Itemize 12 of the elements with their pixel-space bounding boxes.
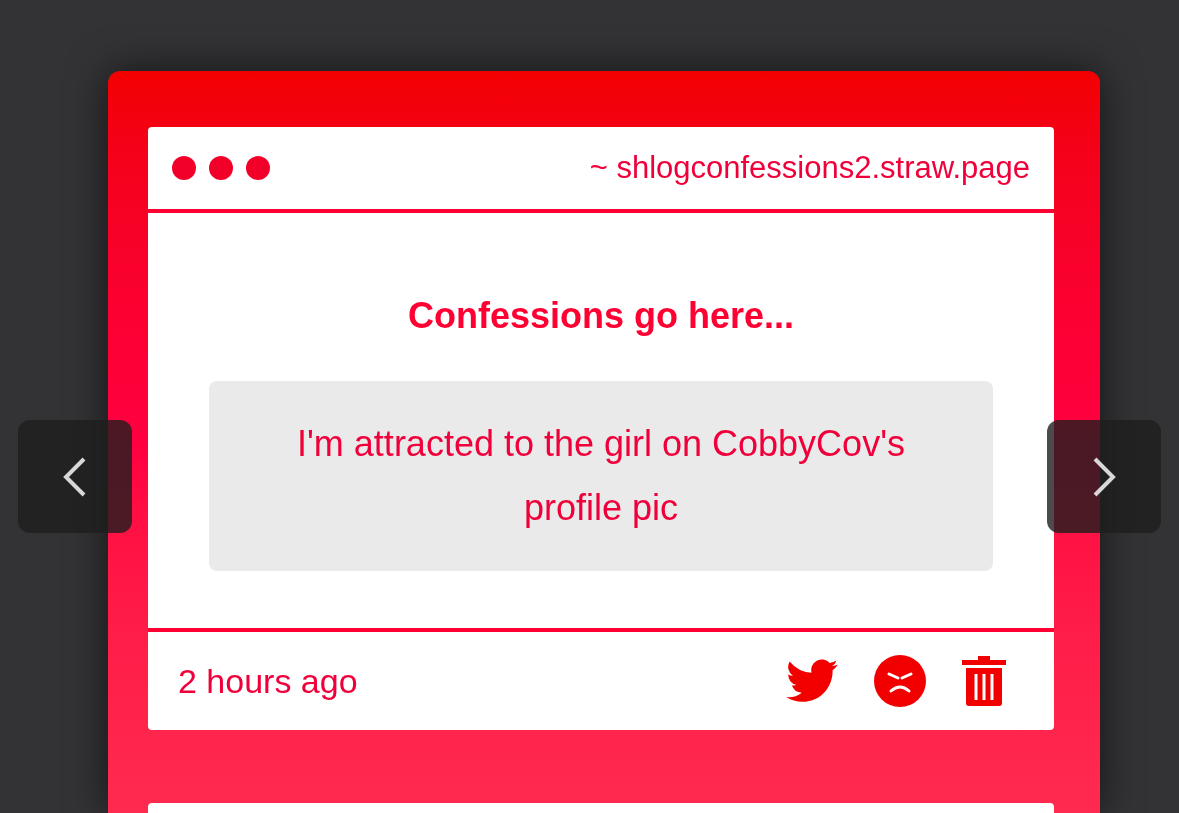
next-button[interactable]: [1047, 420, 1161, 533]
heading: Confessions go here...: [407, 294, 795, 338]
timestamp: 2 hours ago: [178, 660, 358, 702]
bird-icon[interactable]: [786, 659, 838, 703]
trash-icon[interactable]: [962, 656, 1006, 706]
confession-text: I'm attracted to the girl on CobbyCov's profile pic: [209, 381, 993, 571]
previous-button[interactable]: [18, 420, 132, 533]
chevron-right-icon: [1092, 456, 1116, 497]
chevron-left-icon: [63, 456, 87, 497]
angry-face-icon[interactable]: [874, 655, 926, 707]
window-dots-icon: [172, 155, 270, 181]
page-address: ~ shlogconfessions2.straw.page: [589, 148, 1030, 187]
